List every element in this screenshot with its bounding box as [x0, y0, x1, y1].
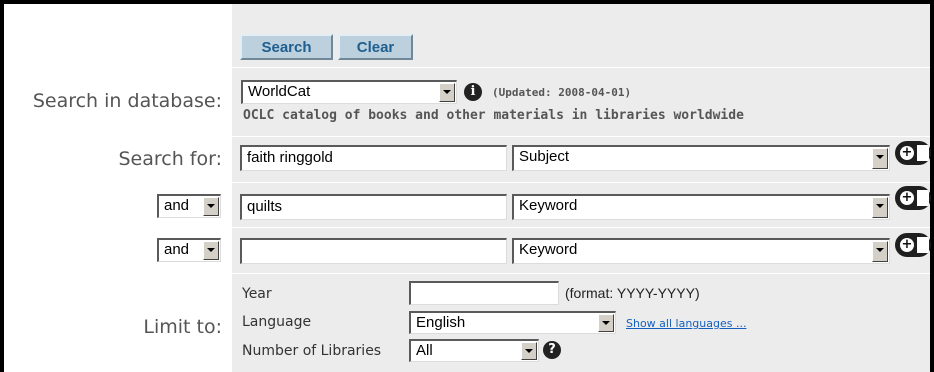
- libraries-select[interactable]: All: [409, 339, 539, 362]
- search-term-input-2[interactable]: quilts: [240, 194, 507, 220]
- language-select-value: English: [416, 314, 466, 331]
- info-icon[interactable]: i: [464, 83, 482, 101]
- year-label: Year: [242, 286, 272, 302]
- clear-button[interactable]: Clear: [338, 34, 413, 60]
- boolean-operator-select-2[interactable]: and: [157, 194, 221, 218]
- search-for-label: Search for:: [118, 148, 222, 170]
- chevron-down-icon: [598, 314, 614, 332]
- row-divider: [4, 227, 930, 228]
- database-select-value: WorldCat: [248, 83, 311, 100]
- libraries-select-value: All: [416, 342, 433, 359]
- chevron-down-icon: [872, 241, 888, 262]
- add-row-icon[interactable]: +: [895, 233, 931, 257]
- chevron-down-icon: [872, 197, 888, 218]
- year-input[interactable]: [409, 281, 559, 305]
- row-divider: [4, 67, 930, 68]
- database-select[interactable]: WorldCat: [241, 80, 457, 104]
- search-index-select-3[interactable]: Keyword: [512, 238, 890, 264]
- help-icon[interactable]: ?: [543, 341, 561, 359]
- number-of-libraries-label: Number of Libraries: [242, 343, 382, 359]
- year-format-hint: (format: YYYY-YYYY): [565, 285, 700, 301]
- boolean-operator-select-3[interactable]: and: [157, 238, 221, 262]
- database-label: Search in database:: [32, 90, 222, 112]
- search-term-input-1[interactable]: faith ringgold: [240, 145, 507, 171]
- row-divider: [4, 136, 930, 137]
- show-all-languages-link[interactable]: Show all languages ...: [626, 317, 746, 330]
- search-index-select-2[interactable]: Keyword: [512, 194, 890, 220]
- add-row-icon[interactable]: +: [895, 186, 931, 210]
- chevron-down-icon: [872, 148, 888, 169]
- search-index-value-1: Subject: [519, 148, 570, 165]
- search-index-value-3: Keyword: [519, 241, 578, 258]
- chevron-down-icon: [203, 197, 219, 216]
- row-divider: [4, 182, 930, 183]
- search-index-select-1[interactable]: Subject: [512, 145, 890, 171]
- search-index-value-2: Keyword: [519, 197, 578, 214]
- chevron-down-icon: [203, 241, 219, 260]
- language-select[interactable]: English: [409, 311, 616, 334]
- database-description: OCLC catalog of books and other material…: [243, 108, 744, 123]
- limit-to-label: Limit to:: [143, 316, 222, 338]
- chevron-down-icon: [439, 83, 455, 102]
- add-row-icon[interactable]: +: [895, 141, 931, 165]
- search-term-input-3[interactable]: [240, 238, 507, 264]
- boolean-operator-value-3: and: [164, 241, 190, 258]
- row-divider: [4, 273, 930, 274]
- database-updated-text: (Updated: 2008-04-01): [492, 86, 632, 99]
- search-button[interactable]: Search: [240, 34, 333, 60]
- chevron-down-icon: [521, 342, 537, 360]
- language-label: Language: [242, 314, 312, 330]
- boolean-operator-value-2: and: [164, 197, 190, 214]
